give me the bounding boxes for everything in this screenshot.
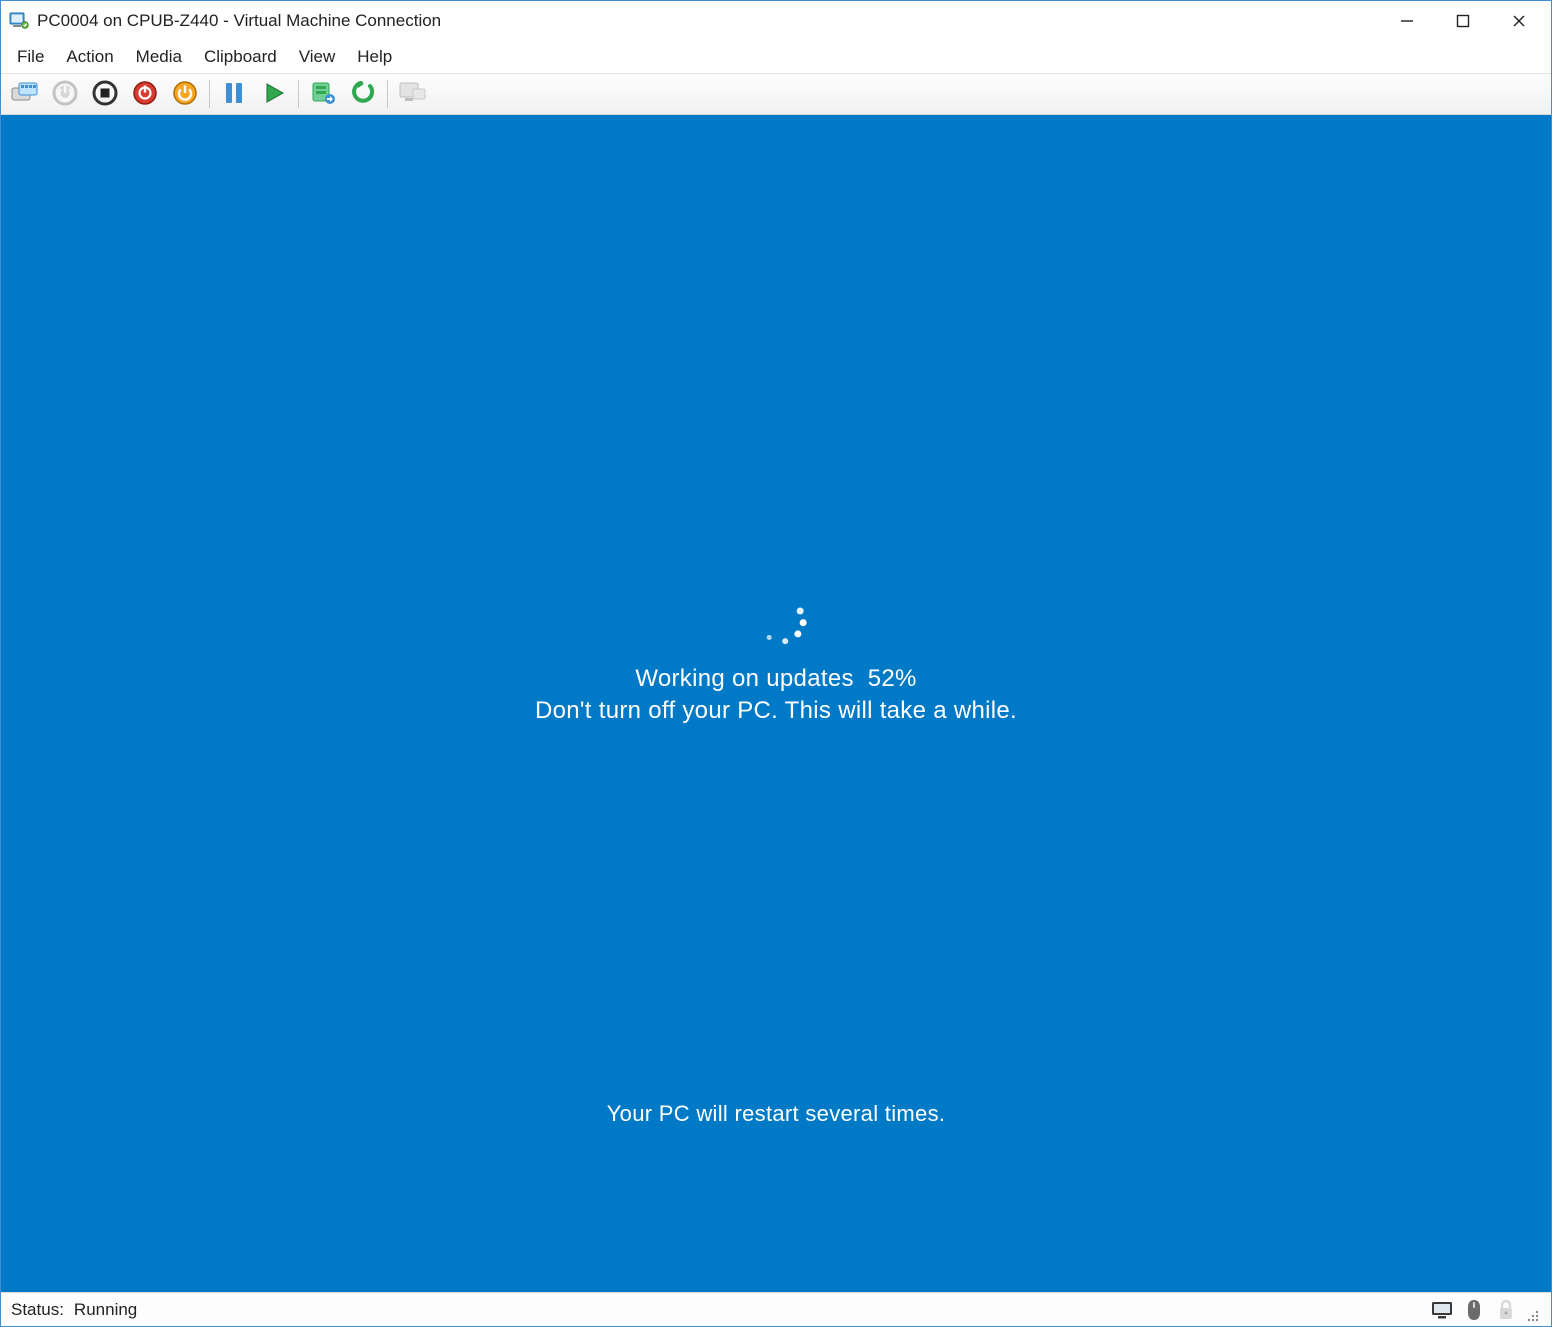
toolbar-separator (387, 80, 388, 108)
status-label: Status: (11, 1300, 64, 1320)
display-icon[interactable] (1431, 1299, 1453, 1321)
pause-button[interactable] (216, 76, 252, 112)
update-warning-line: Don't turn off your PC. This will take a… (1, 697, 1551, 725)
menu-help[interactable]: Help (347, 43, 402, 71)
vm-connection-window: PC0004 on CPUB-Z440 - Virtual Machine Co… (0, 0, 1552, 1327)
guest-screen[interactable]: Working on updates 52% Don't turn off yo… (1, 115, 1551, 1292)
toolbar-separator (298, 80, 299, 108)
toolbar (1, 73, 1551, 115)
revert-icon (350, 80, 376, 109)
loading-spinner-icon (748, 587, 804, 643)
stop-icon (92, 80, 118, 109)
revert-button[interactable] (345, 76, 381, 112)
menu-clipboard[interactable]: Clipboard (194, 43, 287, 71)
menubar: File Action Media Clipboard View Help (1, 41, 1551, 73)
maximize-button[interactable] (1435, 1, 1491, 41)
enhanced-session-icon (398, 81, 426, 108)
resize-grip[interactable] (1527, 1310, 1541, 1324)
checkpoint-icon (310, 80, 336, 109)
menu-media[interactable]: Media (126, 43, 192, 71)
update-progress-block: Working on updates 52% Don't turn off yo… (1, 587, 1551, 725)
enhanced-session-button[interactable] (394, 76, 430, 112)
save-state-icon (172, 80, 198, 109)
status-value: Running (74, 1300, 137, 1320)
shut-down-button[interactable] (127, 76, 163, 112)
vm-viewport[interactable]: Working on updates 52% Don't turn off yo… (1, 115, 1551, 1292)
ctrl-alt-del-icon (11, 82, 39, 107)
checkpoint-button[interactable] (305, 76, 341, 112)
titlebar[interactable]: PC0004 on CPUB-Z440 - Virtual Machine Co… (1, 1, 1551, 41)
update-progress-label: Working on updates (635, 665, 853, 692)
shutdown-icon (132, 80, 158, 109)
ctrl-alt-del-button[interactable] (7, 76, 43, 112)
menu-view[interactable]: View (289, 43, 346, 71)
window-title: PC0004 on CPUB-Z440 - Virtual Machine Co… (37, 11, 441, 31)
menu-action[interactable]: Action (56, 43, 123, 71)
input-device-icon[interactable] (1463, 1299, 1485, 1321)
close-button[interactable] (1491, 1, 1547, 41)
security-lock-icon[interactable] (1495, 1299, 1517, 1321)
app-icon (9, 11, 29, 31)
menu-file[interactable]: File (7, 43, 54, 71)
update-progress-line: Working on updates 52% (1, 665, 1551, 693)
play-icon (263, 82, 285, 107)
save-state-button[interactable] (167, 76, 203, 112)
minimize-button[interactable] (1379, 1, 1435, 41)
start-button[interactable] (47, 76, 83, 112)
update-progress-percent: 52% (868, 665, 917, 692)
restart-note: Your PC will restart several times. (607, 1101, 946, 1127)
toolbar-separator (209, 80, 210, 108)
pause-icon (224, 82, 244, 107)
statusbar: Status: Running (1, 1292, 1551, 1326)
turn-off-button[interactable] (87, 76, 123, 112)
power-on-icon (52, 80, 78, 109)
reset-button[interactable] (256, 76, 292, 112)
